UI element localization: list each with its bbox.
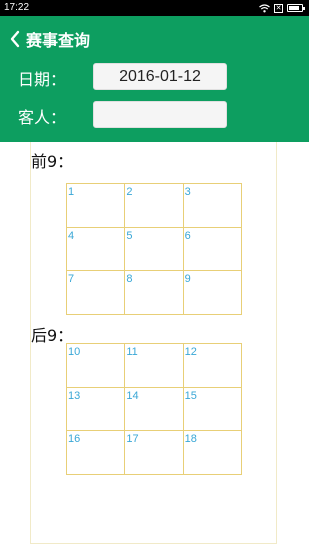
hole-cell[interactable]: 5 <box>125 227 184 272</box>
hole-cell[interactable]: 18 <box>183 431 242 475</box>
hole-cell[interactable]: 17 <box>125 431 184 475</box>
hole-cell[interactable]: 3 <box>183 184 242 228</box>
chevron-left-icon <box>10 30 20 48</box>
date-field[interactable]: 2016-01-12 <box>93 63 227 90</box>
back-button[interactable]: 赛事查询 <box>8 28 90 50</box>
hole-number: 14 <box>126 389 139 402</box>
guest-label: 客人： <box>18 108 67 127</box>
hole-number: 18 <box>184 433 197 446</box>
hole-cell[interactable]: 1 <box>67 184 126 228</box>
hole-cell[interactable]: 14 <box>125 387 184 432</box>
hole-number: 5 <box>126 229 133 242</box>
hole-number: 4 <box>68 229 75 242</box>
hole-number: 15 <box>184 389 197 402</box>
hole-number: 2 <box>126 186 133 198</box>
status-icons: ✕ <box>259 2 305 14</box>
hole-cell[interactable]: 9 <box>183 271 242 315</box>
hole-number: 3 <box>184 186 191 198</box>
hole-number: 1 <box>68 186 75 198</box>
status-bar: 17:22 ✕ <box>0 0 309 16</box>
hole-number: 10 <box>68 346 81 358</box>
hole-cell[interactable]: 11 <box>125 344 184 388</box>
hole-cell[interactable]: 4 <box>67 227 126 272</box>
back-nine-grid: 10 11 12 13 14 15 16 17 18 <box>66 343 242 475</box>
hole-cell[interactable]: 6 <box>183 227 242 272</box>
hole-cell[interactable]: 2 <box>125 184 184 228</box>
hole-number: 17 <box>126 433 139 446</box>
hole-cell[interactable]: 15 <box>183 387 242 432</box>
front-nine-label: 前9： <box>31 152 74 171</box>
hole-number: 11 <box>126 346 138 358</box>
hole-cell[interactable]: 7 <box>67 271 126 315</box>
hole-cell[interactable]: 12 <box>183 344 242 388</box>
no-sim-icon: ✕ <box>274 3 283 13</box>
hole-number: 7 <box>68 273 75 286</box>
header: 赛事查询 日期： 2016-01-12 客人： <box>0 16 309 142</box>
page-title: 赛事查询 <box>26 31 91 50</box>
hole-cell[interactable]: 13 <box>67 387 126 432</box>
hole-cell[interactable]: 8 <box>125 271 184 315</box>
hole-number: 12 <box>184 346 197 358</box>
hole-number: 9 <box>184 273 191 286</box>
hole-cell[interactable]: 10 <box>67 344 126 388</box>
hole-number: 16 <box>68 433 81 446</box>
hole-number: 13 <box>68 389 81 402</box>
battery-icon <box>287 4 305 12</box>
status-time: 17:22 <box>4 2 30 13</box>
front-nine-grid: 1 2 3 4 5 6 7 8 9 <box>66 183 242 315</box>
wifi-icon <box>259 3 270 12</box>
hole-number: 8 <box>126 273 133 286</box>
guest-field[interactable] <box>93 101 227 128</box>
battery-fill <box>289 6 300 10</box>
hole-number: 6 <box>184 229 191 242</box>
hole-cell[interactable]: 16 <box>67 431 126 475</box>
date-label: 日期： <box>18 70 67 89</box>
